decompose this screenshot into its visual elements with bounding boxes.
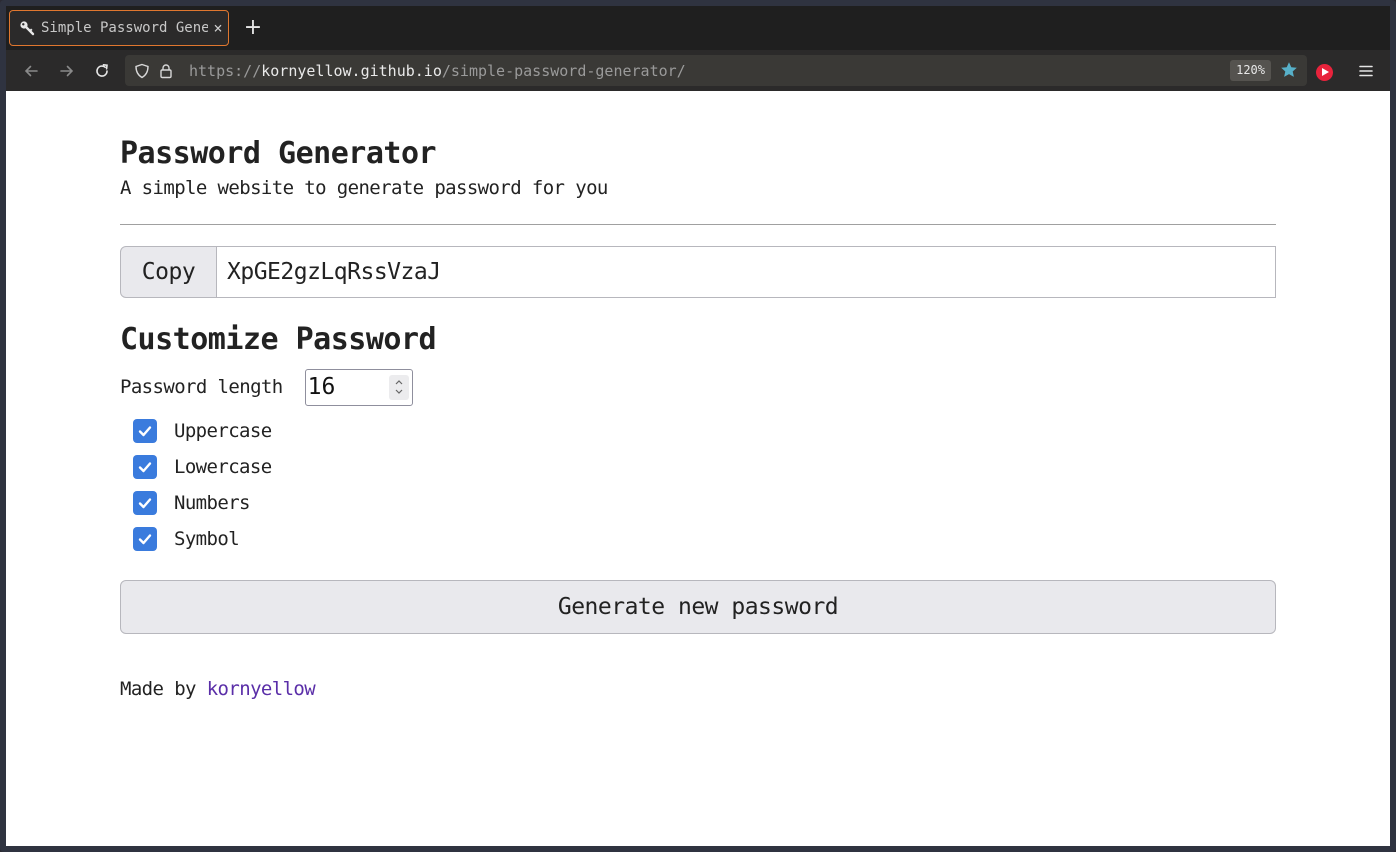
extension-icon[interactable] bbox=[1311, 59, 1337, 85]
zoom-badge[interactable]: 120% bbox=[1230, 60, 1271, 81]
generate-button[interactable]: Generate new password bbox=[120, 580, 1276, 634]
length-label: Password length bbox=[120, 376, 283, 398]
close-icon[interactable]: × bbox=[208, 19, 228, 37]
option-label: Uppercase bbox=[174, 420, 272, 442]
author-link[interactable]: kornyellow bbox=[207, 678, 316, 700]
password-row: Copy XpGE2gzLqRssVzaJ bbox=[120, 246, 1276, 298]
check-icon bbox=[138, 426, 152, 437]
page-title: Password Generator bbox=[120, 136, 437, 171]
page-subtitle: A simple website to generate password fo… bbox=[120, 177, 608, 199]
option-label: Numbers bbox=[174, 492, 250, 514]
shield-icon[interactable] bbox=[131, 60, 153, 82]
footer-prefix: Made by bbox=[120, 678, 207, 700]
checkbox-symbol[interactable] bbox=[133, 527, 157, 551]
url-host: kornyellow.github.io bbox=[261, 61, 442, 80]
menu-icon[interactable] bbox=[1353, 58, 1379, 84]
copy-button[interactable]: Copy bbox=[120, 246, 217, 298]
tab-strip: Simple Password Gener × + bbox=[6, 6, 1390, 50]
checkbox-uppercase[interactable] bbox=[133, 419, 157, 443]
lock-icon[interactable] bbox=[155, 60, 177, 82]
nav-bar: https://kornyellow.github.io/simple-pass… bbox=[6, 50, 1390, 91]
browser-window: Simple Password Gener × + https://kornye… bbox=[0, 0, 1396, 852]
page-viewport: Password Generator A simple website to g… bbox=[6, 91, 1390, 846]
option-label: Symbol bbox=[174, 528, 240, 550]
forward-icon[interactable] bbox=[54, 58, 80, 84]
customize-heading: Customize Password bbox=[120, 322, 437, 357]
option-label: Lowercase bbox=[174, 456, 272, 478]
checkbox-numbers[interactable] bbox=[133, 491, 157, 515]
tab-active[interactable]: Simple Password Gener × bbox=[9, 10, 229, 46]
star-icon[interactable] bbox=[1277, 58, 1301, 82]
url-text[interactable]: https://kornyellow.github.io/simple-pass… bbox=[189, 62, 686, 80]
footer: Made by kornyellow bbox=[120, 678, 316, 700]
check-icon bbox=[138, 498, 152, 509]
back-icon[interactable] bbox=[18, 58, 44, 84]
reload-icon[interactable] bbox=[89, 58, 115, 84]
extension-badge bbox=[1315, 63, 1333, 81]
option-symbol[interactable]: Symbol bbox=[133, 521, 272, 557]
check-icon bbox=[138, 534, 152, 545]
option-numbers[interactable]: Numbers bbox=[133, 485, 272, 521]
password-output[interactable]: XpGE2gzLqRssVzaJ bbox=[217, 246, 1276, 298]
checkbox-lowercase[interactable] bbox=[133, 455, 157, 479]
check-icon bbox=[138, 462, 152, 473]
new-tab-button[interactable]: + bbox=[240, 14, 266, 42]
key-icon bbox=[18, 19, 36, 37]
option-lowercase[interactable]: Lowercase bbox=[133, 449, 272, 485]
tab-title: Simple Password Gener bbox=[41, 20, 208, 36]
options-list: Uppercase Lowercase Numbers Symbol bbox=[133, 413, 272, 557]
stepper-icon[interactable] bbox=[388, 374, 409, 400]
url-bar[interactable]: https://kornyellow.github.io/simple-pass… bbox=[125, 55, 1307, 86]
divider bbox=[120, 224, 1276, 225]
url-scheme: https:// bbox=[189, 61, 262, 80]
option-uppercase[interactable]: Uppercase bbox=[133, 413, 272, 449]
length-input[interactable]: 16 bbox=[304, 368, 413, 406]
url-path: /simple-password-generator/ bbox=[441, 61, 686, 80]
length-value: 16 bbox=[307, 374, 336, 400]
length-row: Password length 16 bbox=[120, 368, 413, 406]
